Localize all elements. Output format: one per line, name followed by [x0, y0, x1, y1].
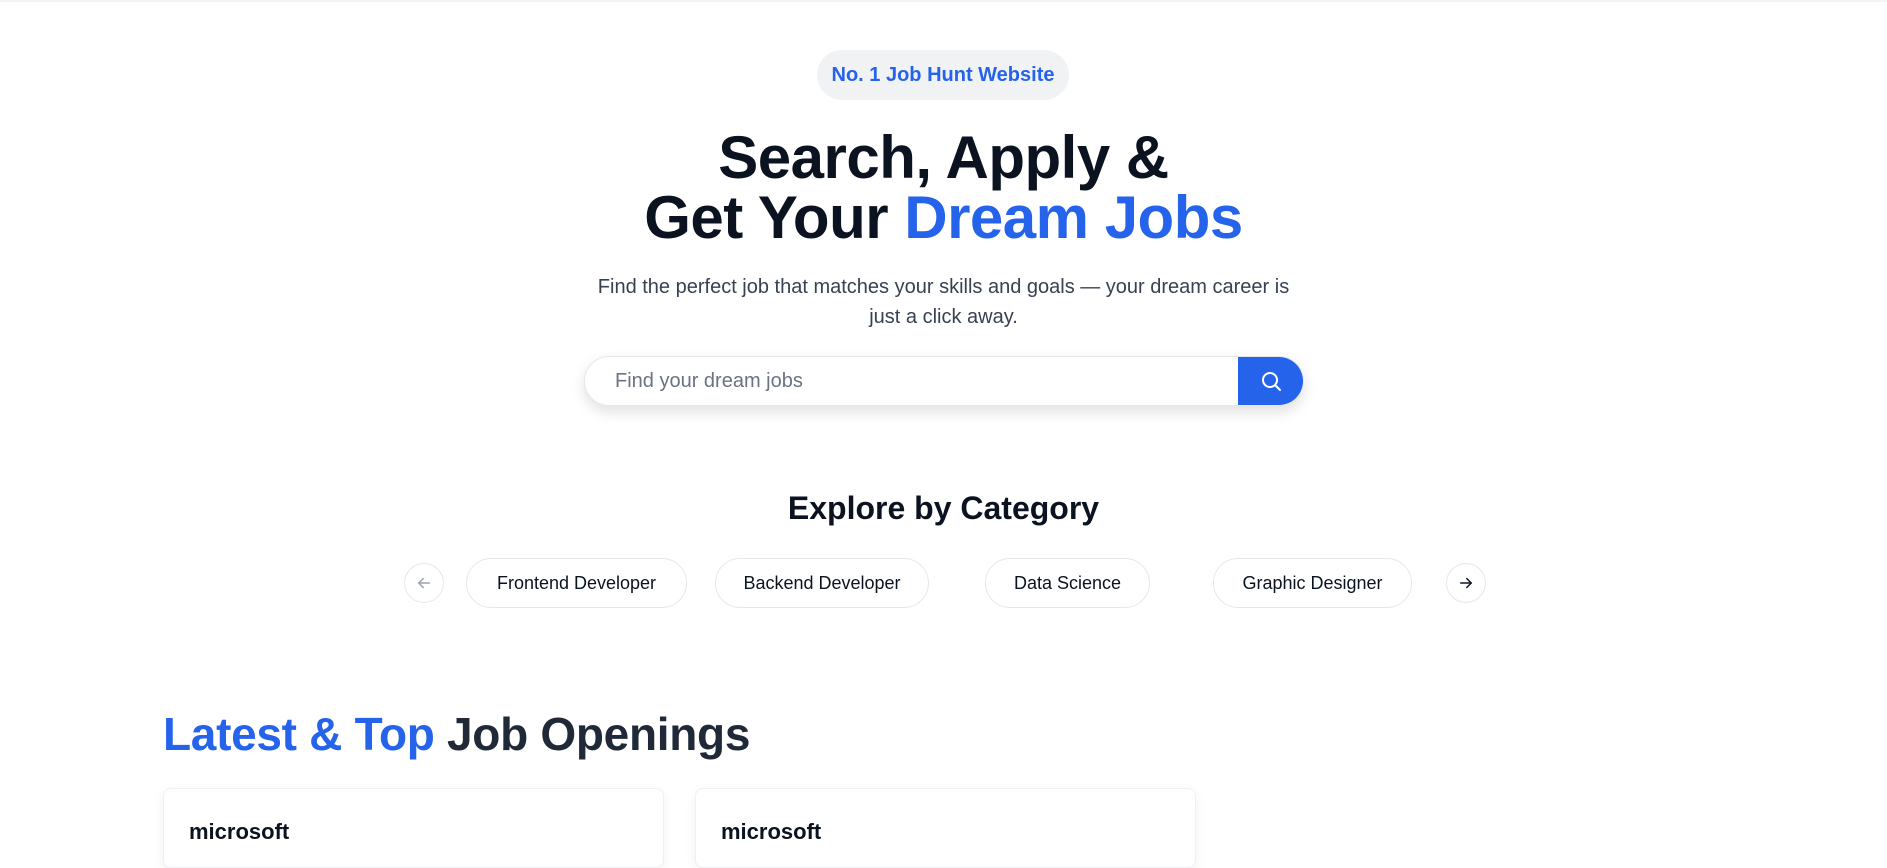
arrow-right-icon [1460, 577, 1472, 589]
headline-line2-prefix: Get Your [644, 184, 905, 251]
search-button[interactable] [1238, 357, 1303, 405]
carousel-next-button[interactable] [1446, 563, 1486, 603]
job-card[interactable]: microsoft [695, 788, 1196, 868]
job-card-company: microsoft [189, 819, 290, 844]
job-card-company: microsoft [721, 819, 822, 844]
jobs-title-accent: Latest & Top [163, 708, 435, 760]
hero-headline: Search, Apply & Get Your Dream Jobs [0, 128, 1887, 248]
category-chip[interactable]: Frontend Developer [466, 558, 687, 608]
category-chip[interactable]: Graphic Designer [1213, 558, 1412, 608]
search-input[interactable] [585, 357, 1238, 405]
hero-subtitle: Find the perfect job that matches your s… [597, 276, 1290, 328]
jobs-title: Latest & Top Job Openings [163, 707, 750, 761]
top-border [0, 0, 1887, 2]
category-chip[interactable]: Backend Developer [715, 558, 929, 608]
headline-line2-accent: Dream Jobs [904, 184, 1243, 251]
jobs-title-rest: Job Openings [434, 708, 751, 760]
headline-line1: Search, Apply & [718, 124, 1169, 191]
search-bar [584, 356, 1304, 406]
category-chip[interactable]: Data Science [985, 558, 1150, 608]
hero-badge: No. 1 Job Hunt Website [817, 50, 1069, 100]
search-icon [1261, 372, 1281, 391]
carousel-prev-button[interactable] [404, 563, 444, 603]
arrow-left-icon [418, 577, 430, 589]
category-title: Explore by Category [787, 490, 1100, 526]
job-card[interactable]: microsoft [163, 788, 664, 868]
